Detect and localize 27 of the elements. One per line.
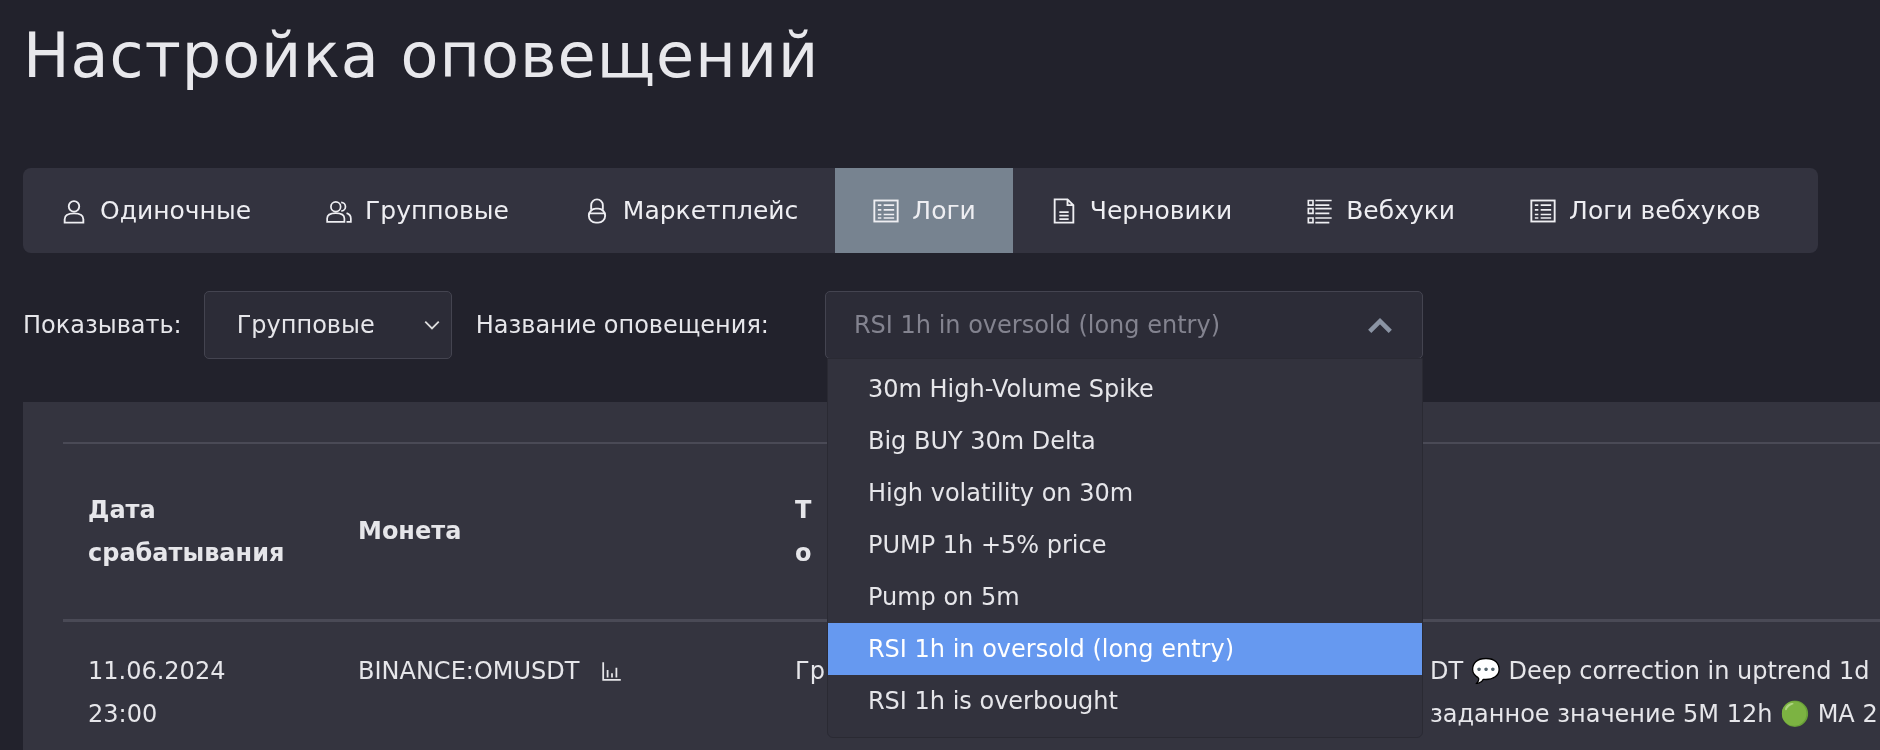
tab[interactable]: Групповые bbox=[288, 168, 546, 253]
dropdown-option[interactable]: Big BUY 30m Delta bbox=[827, 415, 1422, 467]
dropdown-option[interactable]: PUMP 1h +5% price bbox=[827, 519, 1422, 571]
message-text: заданное значение 5M 12h 🟢 MA 2 bbox=[1430, 699, 1878, 730]
tab[interactable]: Одиночные bbox=[23, 168, 289, 253]
show-select[interactable]: Групповые bbox=[203, 291, 452, 359]
column-header: Т о bbox=[795, 494, 813, 569]
alert-name-select[interactable]: RSI 1h in oversold (long entry) bbox=[824, 291, 1423, 359]
chevron-down-icon bbox=[422, 319, 441, 331]
dropdown-option[interactable]: 30m High-Volume Spike bbox=[827, 363, 1422, 415]
bar-chart-icon[interactable] bbox=[601, 660, 624, 682]
date-cell-text: 11.06.2024 23:00 bbox=[88, 656, 227, 730]
tab[interactable]: Вебхуки bbox=[1269, 168, 1493, 253]
show-label: Показывать: bbox=[23, 311, 182, 339]
tab[interactable]: Черновики bbox=[1012, 168, 1270, 253]
message-text: DT 💬 Deep correction in uptrend 1d bbox=[1430, 656, 1870, 687]
coin-cell-text: BINANCE:OMUSDT bbox=[358, 656, 580, 687]
dropdown-option[interactable]: High volatility on 30m bbox=[827, 467, 1422, 519]
page-title: Настройка оповещений bbox=[23, 18, 821, 94]
column-header: Монета bbox=[358, 517, 462, 545]
dropdown-option[interactable]: Pump on 5m bbox=[827, 571, 1422, 623]
alert-name-label: Название оповещения: bbox=[475, 311, 769, 339]
tab[interactable]: Логи вебхуков bbox=[1492, 168, 1798, 253]
tab[interactable]: Маркетплейс bbox=[545, 168, 836, 253]
column-header: Дата срабатывания bbox=[88, 495, 285, 567]
dropdown-option[interactable]: RSI 1h is overbought bbox=[827, 675, 1422, 727]
type-cell: Гр bbox=[795, 657, 825, 685]
